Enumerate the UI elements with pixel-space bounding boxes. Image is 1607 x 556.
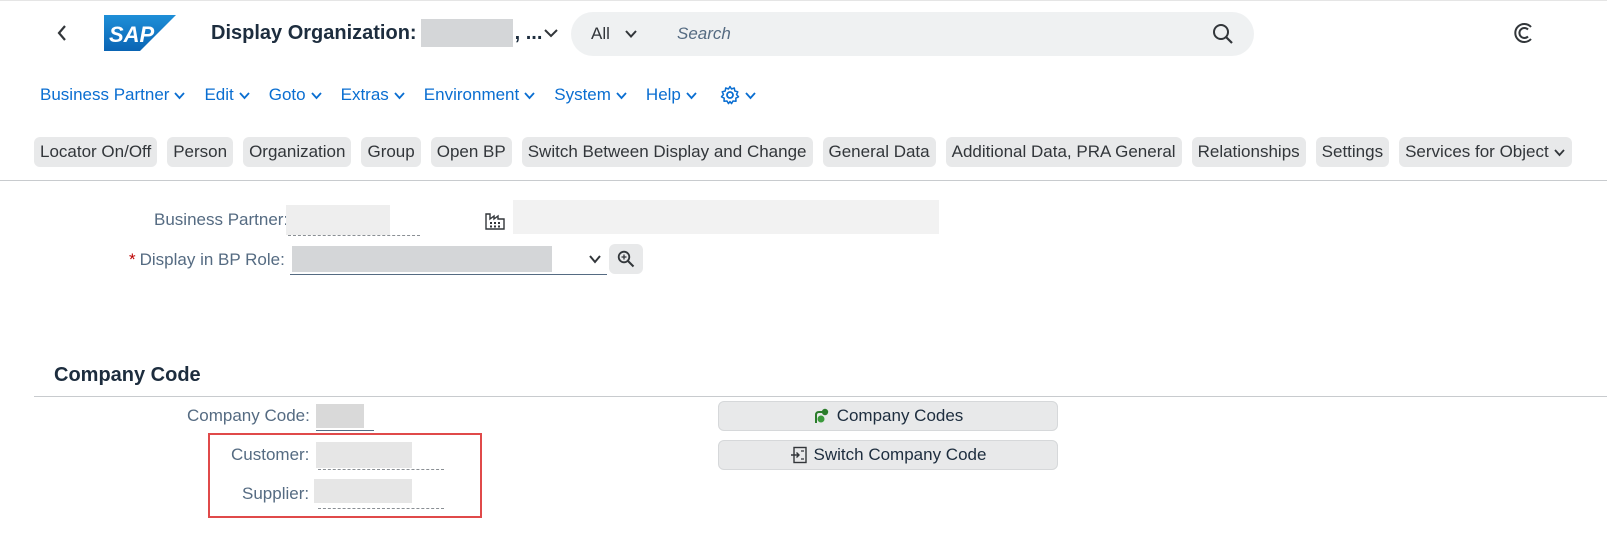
general-data-button[interactable]: General Data: [822, 137, 936, 167]
person-button[interactable]: Person: [167, 137, 234, 167]
chevron-down-icon: [686, 91, 697, 99]
menu-label: Extras: [340, 85, 389, 104]
toolbar-divider: [0, 180, 1607, 181]
search-icon[interactable]: [1212, 23, 1234, 45]
gear-icon: [720, 85, 740, 105]
organization-button[interactable]: Organization: [243, 137, 352, 167]
menu-label: Help: [645, 85, 681, 104]
chevron-down-icon: [1554, 148, 1565, 156]
menu-label: System: [554, 85, 611, 104]
menu-business-partner[interactable]: Business Partner: [40, 85, 186, 105]
required-marker: *: [129, 250, 136, 269]
settings-button[interactable]: Settings: [1315, 137, 1390, 167]
title-suffix: , ...: [514, 21, 543, 44]
copilot-icon[interactable]: [1512, 21, 1536, 45]
search-input[interactable]: Search: [677, 12, 1197, 56]
chevron-down-icon: [589, 255, 601, 264]
redacted-organization-name: [420, 19, 513, 47]
business-partner-field[interactable]: [286, 205, 390, 235]
menu-extras[interactable]: Extras: [341, 85, 406, 105]
chevron-left-icon: [57, 25, 66, 41]
chevron-down-icon: [239, 91, 250, 99]
chevron-down-icon: [394, 91, 405, 99]
section-title-company-code: Company Code: [54, 364, 201, 386]
menu-label: Business Partner: [40, 85, 170, 104]
chevron-down-icon: [745, 91, 756, 99]
application-toolbar: Locator On/Off Person Organization Group…: [34, 137, 1582, 167]
menu-bar: Business Partner Edit Goto Extras Enviro…: [40, 82, 775, 108]
page-title: Display Organization: , ...: [211, 19, 543, 47]
relationships-button[interactable]: Relationships: [1191, 137, 1306, 167]
search-scope-select[interactable]: All: [591, 12, 638, 56]
redacted-company-code-value: [316, 404, 364, 428]
title-prefix: Display Organization:: [211, 21, 417, 44]
chevron-down-icon: [625, 30, 637, 38]
menu-goto[interactable]: Goto: [269, 85, 323, 105]
bp-role-select[interactable]: [290, 244, 607, 275]
menu-label: Environment: [423, 85, 520, 104]
company-code-label: Company Code:: [187, 406, 310, 425]
back-button[interactable]: [52, 20, 72, 46]
services-for-object-button[interactable]: Services for Object: [1399, 137, 1572, 167]
title-dropdown-button[interactable]: [542, 24, 560, 42]
redacted-bp-role-value: [292, 246, 552, 272]
sap-logo[interactable]: SAP: [104, 15, 176, 56]
menu-help[interactable]: Help: [646, 85, 698, 105]
chevron-down-icon: [524, 91, 535, 99]
organization-icon: [485, 213, 505, 230]
business-partner-name-field: [513, 200, 939, 234]
zoom-search-icon: [617, 250, 635, 268]
open-bp-button[interactable]: Open BP: [430, 137, 512, 167]
chevron-down-icon: [174, 91, 186, 99]
menu-environment[interactable]: Environment: [424, 85, 536, 105]
menu-edit[interactable]: Edit: [204, 85, 250, 105]
global-search: All Search: [571, 12, 1254, 56]
additional-data-button[interactable]: Additional Data, PRA General: [945, 137, 1182, 167]
menu-label: Goto: [268, 85, 306, 104]
business-partner-label: Business Partner:: [154, 210, 289, 229]
bp-role-label-text: Display in BP Role:: [139, 250, 285, 269]
bp-role-label: * Display in BP Role:: [129, 250, 285, 270]
services-for-object-label: Services for Object: [1405, 142, 1549, 161]
switch-company-code-label: Switch Company Code: [813, 445, 987, 464]
switch-icon: [790, 446, 807, 464]
top-border: [0, 0, 1607, 1]
business-partner-underline: [288, 235, 420, 236]
chevron-down-icon: [310, 91, 322, 99]
locator-toggle-button[interactable]: Locator On/Off: [34, 137, 158, 167]
company-codes-button[interactable]: Company Codes: [718, 401, 1058, 431]
logo-text: SAP: [109, 22, 155, 47]
search-scope-label: All: [591, 24, 610, 43]
group-button[interactable]: Group: [361, 137, 421, 167]
section-divider: [34, 396, 1607, 397]
company-codes-icon: [814, 408, 828, 423]
switch-display-change-button[interactable]: Switch Between Display and Change: [521, 137, 813, 167]
chevron-down-icon: [544, 29, 558, 38]
chevron-down-icon: [616, 91, 627, 99]
company-codes-label: Company Codes: [836, 406, 964, 425]
menu-label: Edit: [204, 85, 234, 104]
highlight-box: [208, 433, 482, 518]
menu-system[interactable]: System: [554, 85, 628, 105]
switch-company-code-button[interactable]: Switch Company Code: [718, 440, 1058, 470]
menu-settings[interactable]: [716, 85, 757, 105]
bp-role-value-help-button[interactable]: [609, 244, 643, 274]
